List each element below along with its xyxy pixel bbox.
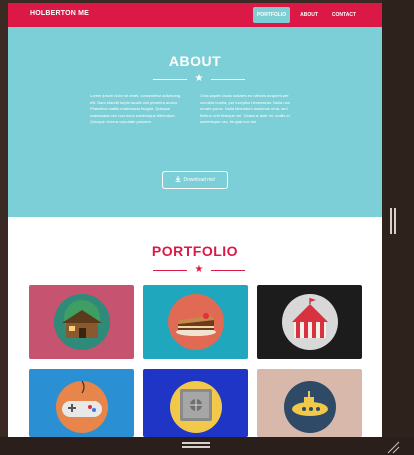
nav-links: PORTFOLIO ABOUT CONTACT xyxy=(252,7,360,23)
horizontal-resize-handle[interactable] xyxy=(182,442,210,450)
star-icon: ★ xyxy=(194,264,204,275)
cabin-icon xyxy=(53,294,110,350)
about-title: ABOUT xyxy=(168,53,222,69)
download-icon xyxy=(175,176,181,184)
about-divider: ★ xyxy=(153,74,245,84)
divider-line xyxy=(211,269,245,271)
portfolio-item-cabin[interactable] xyxy=(29,285,134,359)
navbar: HOLBERTON ME PORTFOLIO ABOUT CONTACT xyxy=(8,3,382,27)
page-viewport: HOLBERTON ME PORTFOLIO ABOUT CONTACT ABO… xyxy=(8,3,382,437)
portfolio-item-safe[interactable] xyxy=(143,369,248,437)
portfolio-item-cake[interactable] xyxy=(143,285,248,359)
divider-line xyxy=(211,78,245,80)
submarine-icon xyxy=(283,381,336,433)
download-button[interactable]: Download me! xyxy=(162,171,228,189)
about-text-left: Lorem ipsum dolor sit amet, consectetur … xyxy=(90,93,181,124)
portfolio-title: PORTFOLIO xyxy=(151,243,239,259)
divider-line xyxy=(153,78,187,80)
game-controller-icon xyxy=(55,380,108,433)
nav-link-portfolio[interactable]: PORTFOLIO xyxy=(252,7,291,23)
brand-name[interactable]: HOLBERTON ME xyxy=(30,10,89,17)
circus-tent-icon xyxy=(281,294,338,350)
portfolio-divider: ★ xyxy=(153,265,245,275)
resize-grip-icon[interactable] xyxy=(386,440,400,454)
safe-icon xyxy=(169,381,222,433)
about-text-right: Cras sapien lacus sodales eu ultrices to… xyxy=(200,93,291,124)
download-label: Download me! xyxy=(183,177,216,183)
portfolio-item-circus[interactable] xyxy=(257,285,362,359)
nav-link-about[interactable]: ABOUT xyxy=(296,7,322,23)
divider-line xyxy=(153,269,187,271)
vertical-resize-handle[interactable] xyxy=(390,208,396,234)
portfolio-item-submarine[interactable] xyxy=(257,369,362,437)
nav-link-contact[interactable]: CONTACT xyxy=(328,7,360,23)
scroll-gutter xyxy=(382,0,414,455)
portfolio-item-game[interactable] xyxy=(29,369,134,437)
star-icon: ★ xyxy=(194,73,204,84)
about-section: ABOUT ★ Lorem ipsum dolor sit amet, cons… xyxy=(8,27,382,217)
cake-icon xyxy=(167,294,224,350)
